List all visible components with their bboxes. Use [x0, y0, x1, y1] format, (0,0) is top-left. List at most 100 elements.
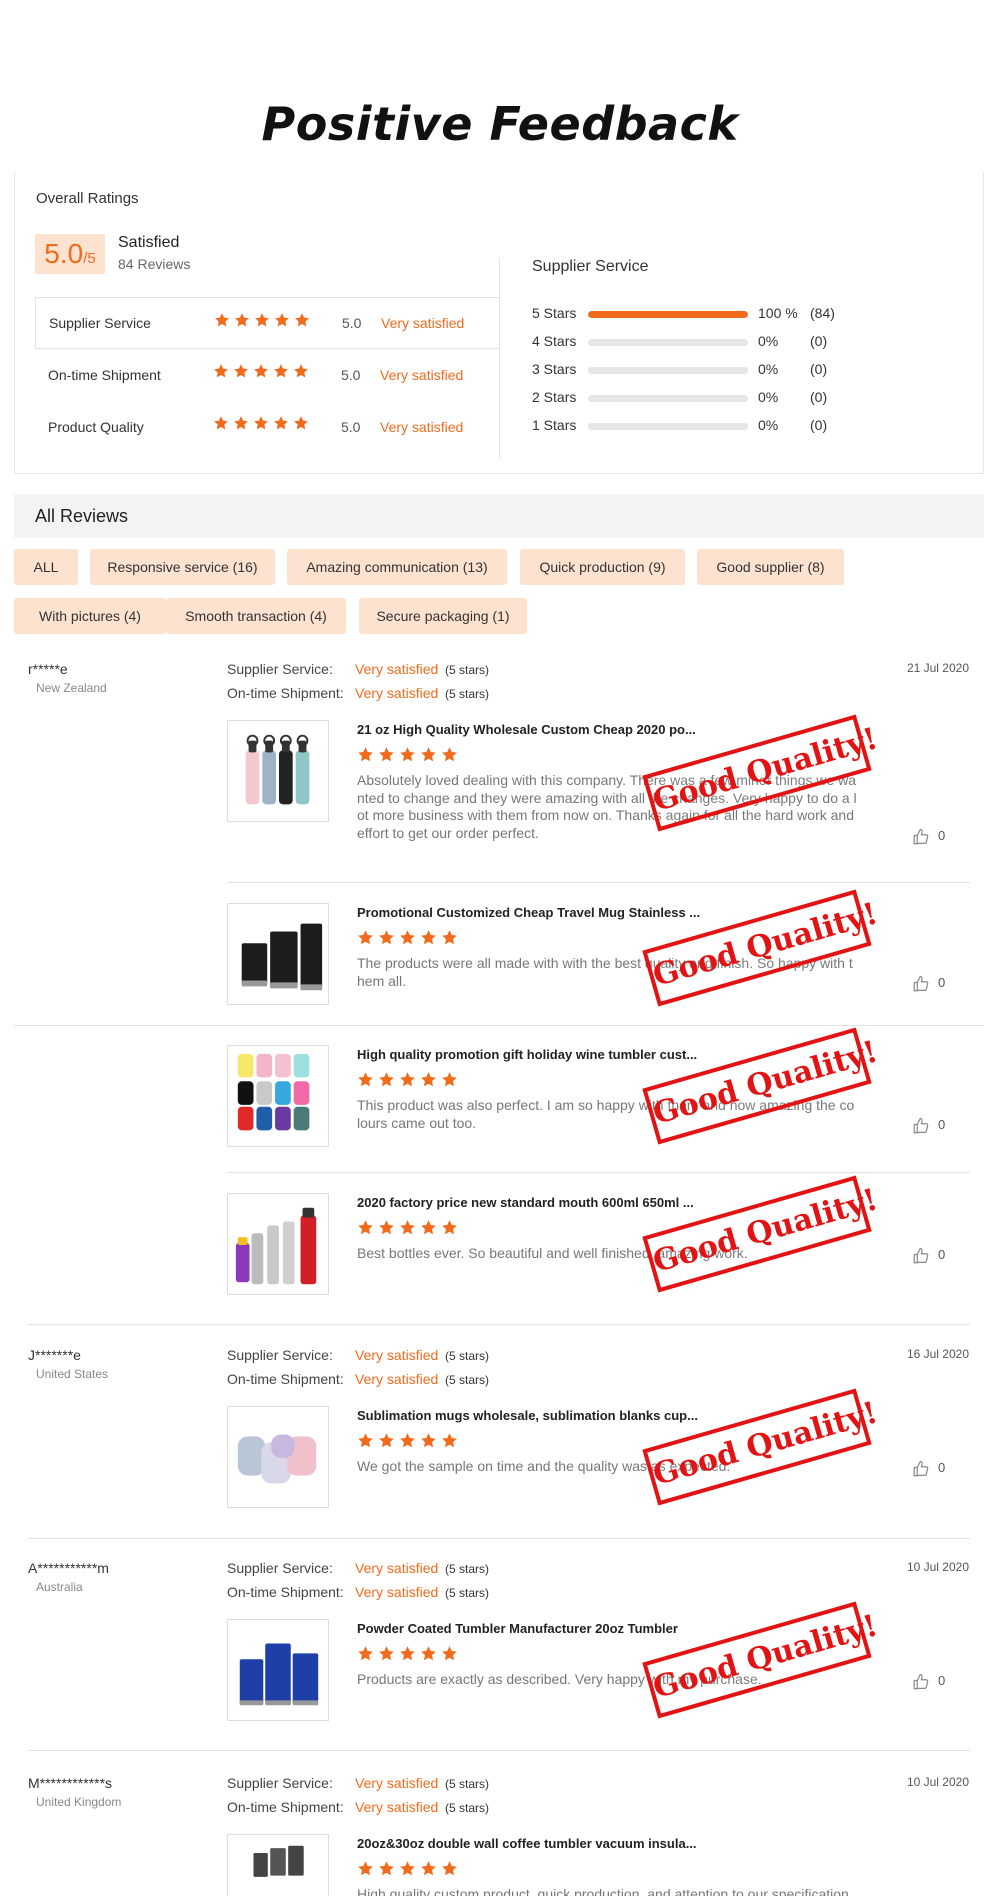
product-title[interactable]: Sublimation mugs wholesale, sublimation … — [357, 1408, 717, 1423]
tag-smooth-transaction[interactable]: Smooth transaction (4) — [166, 598, 346, 634]
product-stars — [357, 1860, 462, 1878]
product-image[interactable] — [227, 720, 329, 822]
star-icon — [358, 1646, 373, 1661]
star-icon — [421, 1433, 436, 1448]
distribution-count: (0) — [810, 417, 828, 433]
ontime-shipment-meta: On-time Shipment: Very satisfied (5 stars) — [227, 685, 489, 701]
like-button[interactable]: 0 — [912, 973, 972, 995]
rating-stars — [213, 363, 313, 379]
distribution-bar-fill — [588, 311, 748, 318]
distribution-row-2: 2 Stars 0% (0) — [532, 385, 952, 413]
star-icon — [379, 1646, 394, 1661]
product-stars — [357, 1219, 462, 1237]
overall-score: 5.0 — [44, 238, 84, 269]
meta-value: Very satisfied — [355, 685, 439, 701]
distribution-percent: 0% — [758, 333, 779, 349]
product-title[interactable]: 2020 factory price new standard mouth 60… — [357, 1195, 717, 1210]
meta-label: On-time Shipment: — [227, 1799, 344, 1815]
tag-with-pictures[interactable]: With pictures (4) — [14, 598, 166, 634]
star-icon — [255, 313, 269, 327]
distribution-label: 4 Stars — [532, 333, 577, 349]
supplier-service-title: Supplier Service — [532, 258, 649, 275]
tag-all[interactable]: ALL — [14, 549, 78, 585]
tag-quick-production[interactable]: Quick production (9) — [520, 549, 685, 585]
star-icon — [358, 1433, 373, 1448]
reviewer-country: United Kingdom — [36, 1795, 122, 1809]
meta-value: Very satisfied — [355, 1371, 439, 1387]
star-icon — [294, 416, 308, 430]
star-icon — [379, 1861, 394, 1876]
star-icon — [379, 1072, 394, 1087]
product-illustration — [235, 1207, 317, 1285]
star-icon — [358, 1072, 373, 1087]
star-icon — [421, 930, 436, 945]
product-illustration — [237, 1053, 310, 1131]
product-image[interactable] — [227, 1193, 329, 1295]
star-icon — [400, 1220, 415, 1235]
distribution-row-5: 5 Stars 100 % (84) — [532, 301, 952, 329]
ratings-panel: Overall Ratings 5.0/5 Satisfied 84 Revie… — [14, 172, 984, 474]
tag-responsive-service[interactable]: Responsive service (16) — [90, 549, 275, 585]
distribution-count: (0) — [810, 361, 828, 377]
product-image[interactable] — [227, 1619, 329, 1721]
star-icon — [400, 930, 415, 945]
ontime-shipment-meta: On-time Shipment: Very satisfied (5 stars) — [227, 1371, 489, 1387]
product-title[interactable]: High quality promotion gift holiday wine… — [357, 1047, 717, 1062]
tag-amazing-communication[interactable]: Amazing communication (13) — [287, 549, 507, 585]
meta-label: Supplier Service: — [227, 1347, 333, 1363]
product-image[interactable] — [227, 1406, 329, 1508]
overall-ratings-label: Overall Ratings — [36, 190, 139, 207]
like-count: 0 — [938, 1460, 946, 1475]
star-icon — [358, 1861, 373, 1876]
star-icon — [379, 747, 394, 762]
meta-label: On-time Shipment: — [227, 685, 344, 701]
meta-value: Very satisfied — [355, 1347, 439, 1363]
product-image[interactable] — [227, 1834, 329, 1896]
distribution-count: (84) — [810, 305, 835, 321]
ratings-divider — [499, 258, 500, 458]
reviewer-name: r*****e — [28, 661, 68, 677]
divider — [28, 1538, 970, 1539]
tag-secure-packaging[interactable]: Secure packaging (1) — [359, 598, 527, 634]
reviewer-country: New Zealand — [36, 681, 107, 695]
product-title[interactable]: 20oz&30oz double wall coffee tumbler vac… — [357, 1836, 717, 1851]
star-icon — [358, 1220, 373, 1235]
distribution-percent: 0% — [758, 361, 779, 377]
star-icon — [294, 364, 308, 378]
review-date: 10 Jul 2020 — [906, 1775, 969, 1789]
product-title[interactable]: Powder Coated Tumbler Manufacturer 20oz … — [357, 1621, 717, 1636]
product-image[interactable] — [227, 903, 329, 1005]
like-button[interactable]: 0 — [912, 1245, 972, 1267]
like-button[interactable]: 0 — [912, 1115, 972, 1137]
distribution-bar — [588, 367, 748, 374]
star-icon — [275, 313, 289, 327]
page-title: Positive Feedback — [261, 97, 739, 151]
divider — [28, 1324, 970, 1325]
like-button[interactable]: 0 — [912, 1458, 972, 1480]
product-stars — [357, 1071, 462, 1089]
distribution-bar — [588, 339, 748, 346]
star-icon — [400, 1646, 415, 1661]
star-icon — [295, 313, 309, 327]
product-title[interactable]: 21 oz High Quality Wholesale Custom Chea… — [357, 722, 717, 737]
like-button[interactable]: 0 — [912, 1671, 972, 1693]
supplier-service-meta: Supplier Service: Very satisfied (5 stars) — [227, 1775, 489, 1791]
product-illustration — [239, 1643, 319, 1706]
meta-value: Very satisfied — [355, 1584, 439, 1600]
rating-row-supplier-service[interactable]: Supplier Service 5.0 Very satisfied — [35, 297, 500, 349]
like-button[interactable]: 0 — [912, 826, 972, 848]
product-stars — [357, 1432, 462, 1450]
star-icon — [400, 747, 415, 762]
star-icon — [421, 1861, 436, 1876]
ontime-shipment-meta: On-time Shipment: Very satisfied (5 stars) — [227, 1584, 489, 1600]
tag-good-supplier[interactable]: Good supplier (8) — [697, 549, 844, 585]
product-title[interactable]: Promotional Customized Cheap Travel Mug … — [357, 905, 717, 920]
rating-value: 5.0 — [341, 419, 361, 435]
rating-label: Supplier Service — [49, 315, 151, 331]
review-text: High quality custom product, quick produ… — [357, 1886, 853, 1896]
product-image[interactable] — [227, 1045, 329, 1147]
star-distribution: 5 Stars 100 % (84) 4 Stars 0% (0) 3 Star… — [532, 301, 952, 441]
star-icon — [214, 416, 228, 430]
distribution-count: (0) — [810, 333, 828, 349]
good-quality-stamp: Good Quality! — [642, 1175, 882, 1293]
